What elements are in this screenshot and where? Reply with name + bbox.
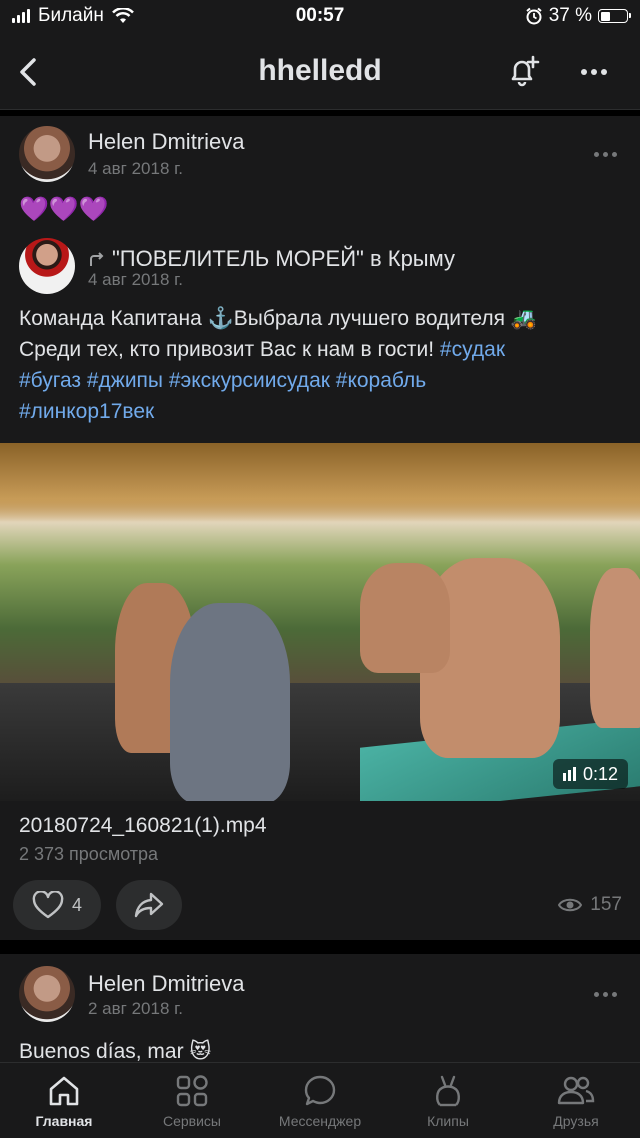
video-frame-person <box>360 563 450 673</box>
post-author[interactable]: Helen Dmitrieva <box>88 129 245 155</box>
hashtag-link[interactable]: #судак <box>440 338 505 361</box>
nav-header: hhelledd <box>0 34 640 110</box>
bell-plus-icon <box>511 55 540 87</box>
post-date: 4 авг 2018 г. <box>88 159 183 178</box>
more-dot-icon <box>591 69 597 75</box>
video-title[interactable]: 20180724_160821(1).mp4 <box>19 814 267 838</box>
tab-home[interactable]: Главная <box>0 1063 128 1138</box>
tab-label: Клипы <box>427 1113 469 1129</box>
home-icon <box>44 1071 84 1111</box>
view-count: 157 <box>558 894 622 916</box>
avatar[interactable] <box>19 126 75 182</box>
view-count-value: 157 <box>590 894 622 915</box>
messenger-icon <box>300 1071 340 1111</box>
tab-bar: Главная Сервисы Мессенджер Клипы Друзья <box>0 1062 640 1138</box>
post-date: 2 авг 2018 г. <box>88 999 183 1018</box>
avatar[interactable] <box>19 966 75 1022</box>
more-dot-icon <box>594 151 599 157</box>
repost-text: Команда Капитана ⚓️Выбрала лучшего водит… <box>19 303 624 427</box>
repost-author[interactable]: "ПОВЕЛИТЕЛЬ МОРЕЙ" в Крыму <box>112 246 455 272</box>
heart-icon <box>32 891 64 919</box>
more-dot-icon <box>612 151 617 157</box>
like-button[interactable]: 4 <box>13 880 101 930</box>
video-duration-badge: 0:12 <box>552 759 628 789</box>
status-right: 37 % <box>525 5 631 27</box>
tab-friends[interactable]: Друзья <box>512 1063 640 1138</box>
eye-icon <box>558 898 583 912</box>
page-title: hhelledd <box>258 54 382 87</box>
video-player[interactable]: 0:12 <box>0 443 640 801</box>
more-dot-icon <box>594 991 599 997</box>
repost-arrow-icon <box>90 252 104 266</box>
video-duration: 0:12 <box>582 763 618 784</box>
more-dot-icon <box>612 991 617 997</box>
services-icon <box>172 1071 212 1111</box>
tab-clips[interactable]: Клипы <box>384 1063 512 1138</box>
tab-label: Друзья <box>553 1113 599 1129</box>
video-frame-roof <box>0 443 640 523</box>
post-card: Helen Dmitrieva 4 авг 2018 г. 💜💜💜 "ПОВЕЛ… <box>0 116 640 940</box>
battery-icon <box>598 9 631 23</box>
post-menu-button[interactable] <box>594 984 617 1004</box>
alarm-icon <box>526 7 542 25</box>
more-dot-icon <box>603 151 608 157</box>
hashtag-link[interactable]: #линкор17век <box>19 396 624 427</box>
tab-label: Сервисы <box>162 1113 221 1129</box>
share-button[interactable] <box>116 880 182 930</box>
repost-text-plain: Среди тех, кто привозит Вас к нам в гост… <box>19 338 440 361</box>
post-menu-button[interactable] <box>594 144 617 164</box>
repost-date: 4 авг 2018 г. <box>88 270 183 289</box>
tab-messenger[interactable]: Мессенджер <box>256 1063 384 1138</box>
tab-label: Мессенджер <box>278 1113 362 1129</box>
subscribe-notifications-button[interactable] <box>503 52 543 92</box>
battery-percent: 37 % <box>548 5 592 26</box>
repost-text-line: Среди тех, кто привозит Вас к нам в гост… <box>19 334 624 365</box>
post-text: 💜💜💜 <box>19 196 109 223</box>
tab-services[interactable]: Сервисы <box>128 1063 256 1138</box>
header-more-button[interactable] <box>574 52 614 92</box>
repost-header: "ПОВЕЛИТЕЛЬ МОРЕЙ" в Крыму <box>88 246 455 272</box>
friends-icon <box>556 1071 596 1111</box>
post-card: Helen Dmitrieva 2 авг 2018 г. Buenos día… <box>0 954 640 1063</box>
hashtag-links[interactable]: #бугаз #джипы #экскурсиисудак #корабль <box>19 365 624 396</box>
more-dot-icon <box>603 991 608 997</box>
video-frame-person <box>590 568 640 728</box>
like-count: 4 <box>71 894 82 915</box>
more-dot-icon <box>581 69 587 75</box>
bars-icon <box>562 767 576 781</box>
repost-text-line: Команда Капитана ⚓️Выбрала лучшего водит… <box>19 307 538 330</box>
video-frame-person <box>170 603 290 801</box>
share-icon <box>134 892 164 918</box>
post-author[interactable]: Helen Dmitrieva <box>88 971 245 997</box>
repost-avatar[interactable] <box>19 238 75 294</box>
clips-icon <box>428 1071 468 1111</box>
tab-label: Главная <box>35 1113 93 1129</box>
video-views: 2 373 просмотра <box>19 844 159 864</box>
more-dot-icon <box>601 69 607 75</box>
status-bar: Билайн 00:57 37 % <box>0 0 640 34</box>
